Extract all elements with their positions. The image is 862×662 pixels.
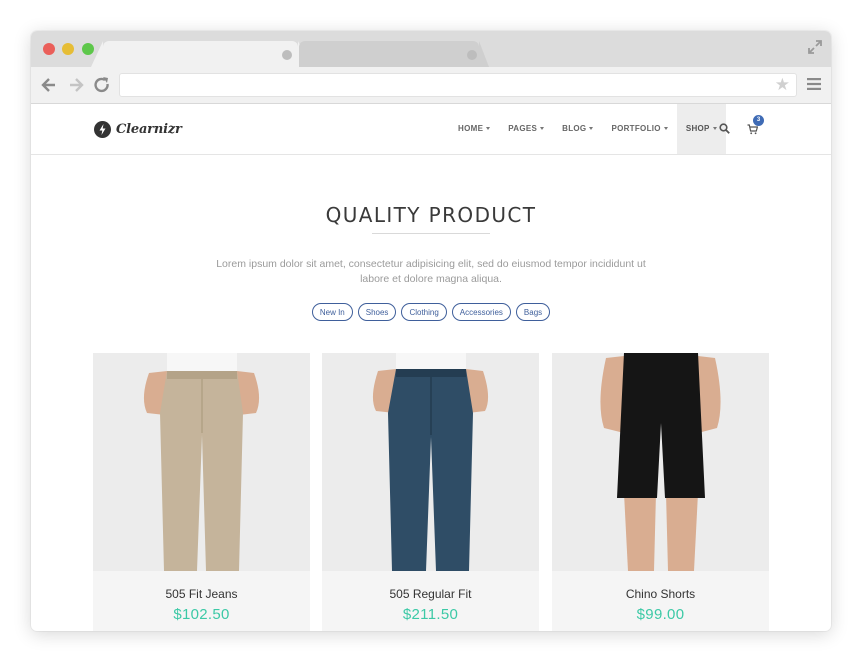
filter-clothing[interactable]: Clothing bbox=[401, 303, 447, 321]
nav-portfolio[interactable]: PORTFOLIO bbox=[602, 104, 676, 154]
nav-portfolio-label: PORTFOLIO bbox=[611, 124, 661, 133]
product-card[interactable]: 505 Regular Fit $211.50 bbox=[322, 353, 539, 631]
caret-down-icon bbox=[486, 127, 491, 131]
cart-count-badge: 3 bbox=[753, 115, 764, 126]
caret-down-icon bbox=[540, 127, 545, 131]
product-card[interactable]: 505 Fit Jeans $102.50 bbox=[93, 353, 310, 631]
filter-accessories[interactable]: Accessories bbox=[451, 303, 511, 321]
browser-tab-active[interactable] bbox=[91, 41, 310, 67]
product-name[interactable]: 505 Fit Jeans bbox=[93, 587, 310, 601]
product-photo bbox=[93, 353, 310, 571]
caret-down-icon bbox=[589, 127, 594, 131]
product-image[interactable] bbox=[322, 353, 539, 571]
fullscreen-icon[interactable] bbox=[807, 39, 823, 55]
nav-home-label: HOME bbox=[458, 124, 484, 133]
nav-blog-label: BLOG bbox=[562, 124, 587, 133]
browser-titlebar bbox=[31, 31, 831, 67]
search-icon[interactable] bbox=[719, 123, 730, 134]
caret-down-icon bbox=[712, 127, 717, 131]
category-filters: New In Shoes Clothing Accessories Bags bbox=[31, 303, 831, 321]
nav-pages-label: PAGES bbox=[508, 124, 538, 133]
browser-toolbar: ★ bbox=[31, 67, 831, 104]
product-price: $211.50 bbox=[402, 606, 459, 623]
nav-home[interactable]: HOME bbox=[449, 104, 499, 154]
product-image[interactable] bbox=[93, 353, 310, 571]
nav-shop-label: SHOP bbox=[685, 124, 710, 133]
product-photo bbox=[322, 353, 539, 571]
page-description: Lorem ipsum dolor sit amet, consectetur … bbox=[216, 258, 646, 285]
browser-tab-inactive[interactable] bbox=[299, 41, 489, 67]
reload-icon[interactable] bbox=[92, 75, 112, 95]
main-nav: HOME PAGES BLOG PORTFOLIO SHOP bbox=[449, 104, 726, 154]
tab-close-icon[interactable] bbox=[467, 50, 477, 60]
site-logo[interactable]: Clearnizr bbox=[94, 119, 182, 139]
product-image[interactable] bbox=[552, 353, 769, 571]
site-header: Clearnizr HOME PAGES BLOG PORTFOLIO SHOP… bbox=[31, 104, 831, 155]
back-arrow-icon[interactable] bbox=[39, 75, 59, 95]
close-window-button[interactable] bbox=[43, 43, 55, 55]
product-photo bbox=[552, 353, 769, 571]
filter-shoes[interactable]: Shoes bbox=[357, 303, 397, 321]
minimize-window-button[interactable] bbox=[62, 43, 74, 55]
bolt-icon bbox=[94, 120, 111, 138]
nav-pages[interactable]: PAGES bbox=[499, 104, 553, 154]
address-bar[interactable]: ★ bbox=[119, 73, 797, 97]
forward-arrow-icon[interactable] bbox=[66, 75, 86, 95]
page-title: QUALITY PRODUCT bbox=[325, 203, 537, 227]
product-name[interactable]: Chino Shorts bbox=[552, 587, 769, 601]
product-name[interactable]: 505 Regular Fit bbox=[322, 587, 539, 601]
product-card[interactable]: Chino Shorts $99.00 bbox=[552, 353, 769, 631]
title-divider bbox=[372, 233, 490, 234]
filter-bags[interactable]: Bags bbox=[515, 303, 551, 321]
nav-blog[interactable]: BLOG bbox=[553, 104, 602, 154]
browser-menu-icon[interactable] bbox=[807, 78, 821, 90]
product-price: $99.00 bbox=[636, 606, 685, 623]
browser-window: ★ Clearnizr HOME PAGES BLOG PORTFOLIO SH… bbox=[31, 31, 831, 631]
logo-text: Clearnizr bbox=[116, 121, 182, 137]
tab-close-icon[interactable] bbox=[282, 50, 292, 60]
product-price: $102.50 bbox=[173, 606, 230, 623]
caret-down-icon bbox=[663, 127, 668, 131]
filter-new-in[interactable]: New In bbox=[311, 303, 353, 321]
bookmark-star-icon[interactable]: ★ bbox=[775, 75, 790, 95]
